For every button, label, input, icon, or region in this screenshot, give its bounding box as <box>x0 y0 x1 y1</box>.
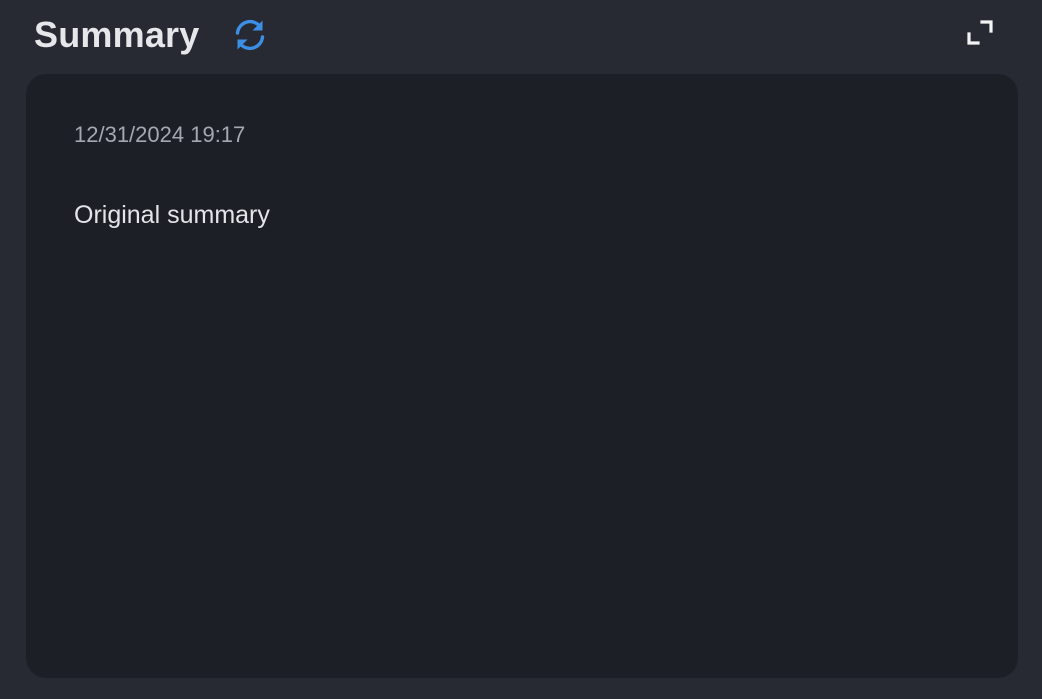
summary-card: 12/31/2024 19:17 Original summary <box>26 74 1018 678</box>
refresh-icon <box>235 19 265 51</box>
panel-header: Summary <box>0 0 1042 72</box>
expand-icon <box>967 20 993 45</box>
summary-timestamp: 12/31/2024 19:17 <box>74 122 246 147</box>
summary-text: Original summary <box>74 201 270 229</box>
expand-button[interactable] <box>958 12 998 52</box>
summary-panel: Summary 12/31/2024 19:17 Original summar… <box>0 0 1042 699</box>
panel-title: Summary <box>34 14 200 55</box>
refresh-button[interactable] <box>229 14 271 56</box>
